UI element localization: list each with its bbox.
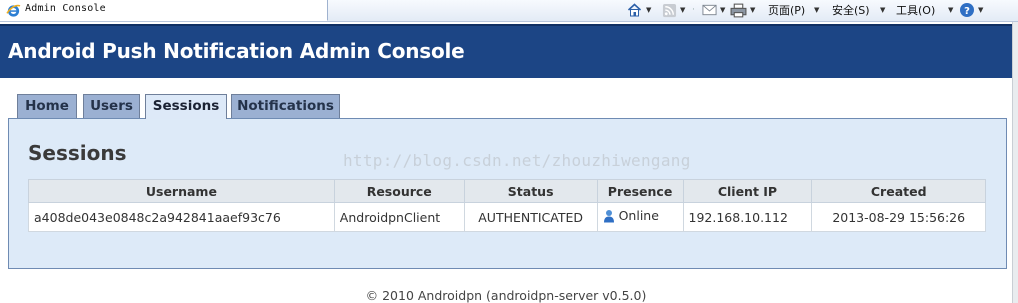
header-banner: Android Push Notification Admin Console — [0, 24, 1012, 78]
home-icon[interactable] — [626, 2, 643, 18]
cell-resource: AndroidpnClient — [333, 202, 465, 232]
table-header-row: Username Resource Status Presence Client… — [28, 179, 986, 203]
footer-copyright: © 2010 Androidpn (androidpn-server v0.5.… — [365, 288, 647, 303]
cell-presence: Online — [596, 202, 684, 232]
browser-toolbar: Admin Console ▼ ▼ · ▼ ▼ 页面(P) ▼ 安全(S) ▼ … — [0, 0, 1018, 22]
column-header-status: Status — [463, 179, 598, 203]
feeds-icon[interactable] — [662, 3, 677, 18]
user-online-icon — [603, 209, 614, 223]
home-dropdown-icon[interactable]: ▼ — [646, 0, 651, 21]
page-header-title: Android Push Notification Admin Console — [8, 39, 465, 63]
browser-command-bar: ▼ ▼ · ▼ ▼ 页面(P) ▼ 安全(S) ▼ 工具(O) ▼ ? ▼ — [618, 0, 1018, 21]
svg-text:?: ? — [964, 6, 970, 17]
safety-menu[interactable]: 安全(S) — [832, 0, 870, 21]
table-row: a408de043e0848c2a942841aaef93c76 Android… — [28, 202, 986, 232]
tools-menu[interactable]: 工具(O) — [896, 0, 935, 21]
tools-menu-caret-icon: ▼ — [948, 6, 954, 14]
column-header-resource: Resource — [333, 179, 465, 203]
mail-dropdown-icon[interactable]: ▼ — [720, 0, 725, 21]
tab-home[interactable]: Home — [17, 94, 77, 118]
browser-tab-title: Admin Console — [25, 3, 106, 14]
cell-status: AUTHENTICATED — [463, 202, 598, 232]
vertical-scrollbar[interactable] — [1012, 22, 1018, 303]
tab-users[interactable]: Users — [83, 94, 140, 118]
safety-menu-caret-icon: ▼ — [880, 6, 886, 14]
print-icon[interactable] — [730, 3, 747, 18]
help-icon[interactable]: ? — [959, 2, 975, 18]
page-menu-caret-icon: ▼ — [814, 6, 820, 14]
feeds-dropdown-icon[interactable]: ▼ — [680, 0, 685, 21]
column-header-presence: Presence — [596, 179, 684, 203]
cell-username: a408de043e0848c2a942841aaef93c76 — [28, 202, 335, 232]
mail-icon[interactable] — [702, 4, 717, 16]
help-dropdown-icon[interactable]: ▼ — [978, 0, 983, 21]
section-title: Sessions — [28, 141, 127, 165]
browser-tab[interactable]: Admin Console — [0, 0, 328, 21]
tab-sessions[interactable]: Sessions — [145, 94, 227, 119]
tab-notifications[interactable]: Notifications — [231, 94, 340, 118]
print-dropdown-icon[interactable]: ▼ — [750, 0, 755, 21]
column-header-client-ip: Client IP — [682, 179, 813, 203]
watermark-text: http://blog.csdn.net/zhouzhiwengang — [343, 151, 691, 170]
cell-created: 2013-08-29 15:56:26 — [811, 202, 986, 232]
toolbar-separator: · — [692, 5, 695, 15]
column-header-username: Username — [28, 179, 335, 203]
presence-label: Online — [618, 208, 659, 224]
column-header-created: Created — [811, 179, 986, 203]
ie-logo-icon — [6, 4, 21, 17]
cell-client-ip: 192.168.10.112 — [682, 202, 813, 232]
page-menu[interactable]: 页面(P) — [768, 0, 805, 21]
sessions-table: Username Resource Status Presence Client… — [28, 179, 986, 232]
